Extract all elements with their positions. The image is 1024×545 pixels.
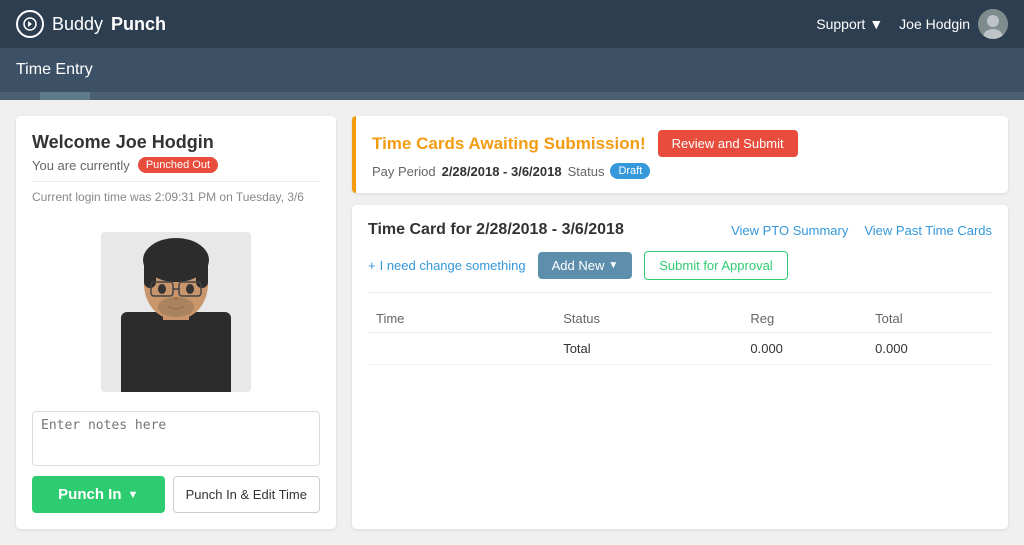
alert-meta: Pay Period 2/28/2018 - 3/6/2018 Status D… bbox=[372, 163, 992, 179]
time-card-section: Time Card for 2/28/2018 - 3/6/2018 View … bbox=[352, 205, 1008, 529]
status-prefix: Status bbox=[568, 164, 605, 179]
cell-time bbox=[368, 333, 555, 365]
add-new-button[interactable]: Add New ▼ bbox=[538, 252, 633, 279]
chevron-down-icon: ▼ bbox=[608, 260, 618, 271]
cell-reg: 0.000 bbox=[742, 333, 867, 365]
cell-status: Total bbox=[555, 333, 742, 365]
chevron-down-icon: ▼ bbox=[869, 16, 883, 32]
pay-period: 2/28/2018 - 3/6/2018 bbox=[442, 164, 562, 179]
punch-in-edit-button[interactable]: Punch In & Edit Time bbox=[173, 476, 320, 513]
status-badge: Punched Out bbox=[138, 157, 218, 173]
logo: Buddy Punch bbox=[16, 10, 166, 38]
left-panel: Welcome Joe Hodgin You are currently Pun… bbox=[16, 116, 336, 529]
logo-icon bbox=[16, 10, 44, 38]
header: Buddy Punch Support ▼ Joe Hodgin bbox=[0, 0, 1024, 48]
pay-period-prefix: Pay Period bbox=[372, 164, 436, 179]
right-panel: Time Cards Awaiting Submission! Review a… bbox=[352, 116, 1008, 529]
logo-punch: Punch bbox=[111, 14, 166, 35]
alert-title-row: Time Cards Awaiting Submission! Review a… bbox=[372, 130, 992, 157]
welcome-title: Welcome Joe Hodgin bbox=[32, 132, 320, 153]
table-header-row: Time Status Reg Total bbox=[368, 305, 992, 333]
login-time: Current login time was 2:09:31 PM on Tue… bbox=[32, 181, 320, 204]
avatar-container bbox=[32, 212, 320, 411]
change-link[interactable]: + I need change something bbox=[368, 258, 526, 273]
col-total: Total bbox=[867, 305, 992, 333]
review-submit-button[interactable]: Review and Submit bbox=[658, 130, 798, 157]
alert-box: Time Cards Awaiting Submission! Review a… bbox=[352, 116, 1008, 193]
action-row: + I need change something Add New ▼ Subm… bbox=[368, 251, 992, 293]
status-prefix: You are currently bbox=[32, 158, 130, 173]
logo-buddy: Buddy bbox=[52, 14, 103, 35]
user-info: Joe Hodgin bbox=[899, 9, 1008, 39]
cell-total: 0.000 bbox=[867, 333, 992, 365]
time-card-title: Time Card for 2/28/2018 - 3/6/2018 bbox=[368, 221, 624, 239]
time-card-header: Time Card for 2/28/2018 - 3/6/2018 View … bbox=[368, 221, 992, 239]
submit-approval-button[interactable]: Submit for Approval bbox=[644, 251, 787, 280]
page-title: Time Entry bbox=[16, 61, 93, 79]
tab-active-indicator bbox=[40, 92, 90, 100]
tab-bar bbox=[0, 92, 1024, 100]
past-time-cards-link[interactable]: View Past Time Cards bbox=[864, 223, 992, 238]
pto-summary-link[interactable]: View PTO Summary bbox=[731, 223, 848, 238]
col-status: Status bbox=[555, 305, 742, 333]
avatar bbox=[978, 9, 1008, 39]
person-avatar bbox=[101, 232, 251, 392]
time-table: Time Status Reg Total Total 0.000 0.000 bbox=[368, 305, 992, 365]
status-row: You are currently Punched Out bbox=[32, 157, 320, 173]
col-time: Time bbox=[368, 305, 555, 333]
notes-input[interactable] bbox=[32, 411, 320, 466]
support-button[interactable]: Support ▼ bbox=[816, 16, 883, 32]
alert-title: Time Cards Awaiting Submission! bbox=[372, 134, 646, 154]
button-row: Punch In ▼ Punch In & Edit Time bbox=[32, 476, 320, 513]
chevron-down-icon: ▼ bbox=[128, 489, 139, 501]
main-content: Welcome Joe Hodgin You are currently Pun… bbox=[0, 100, 1024, 545]
punch-in-button[interactable]: Punch In ▼ bbox=[32, 476, 165, 513]
table-row: Total 0.000 0.000 bbox=[368, 333, 992, 365]
header-right: Support ▼ Joe Hodgin bbox=[816, 9, 1008, 39]
draft-badge: Draft bbox=[610, 163, 650, 179]
sub-header: Time Entry bbox=[0, 48, 1024, 92]
col-reg: Reg bbox=[742, 305, 867, 333]
time-card-links: View PTO Summary View Past Time Cards bbox=[731, 223, 992, 238]
plus-icon: + bbox=[368, 258, 376, 273]
